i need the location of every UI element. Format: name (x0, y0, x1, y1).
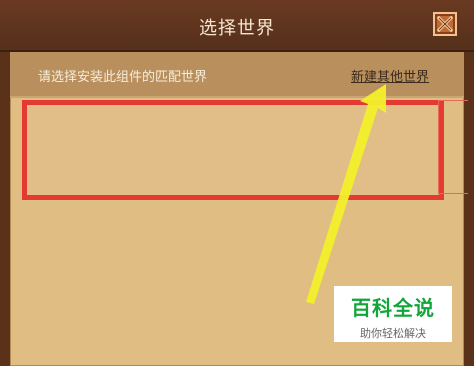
select-world-dialog: 选择世界 请选择安装此组件的匹配世界 新建其他世界 百科全说 助你轻松解决 (0, 0, 474, 366)
dialog-title: 选择世界 (199, 18, 275, 39)
world-list-item[interactable] (22, 100, 444, 200)
close-button[interactable] (433, 12, 457, 36)
watermark-logo: 百科全说 助你轻松解决 (334, 286, 452, 342)
panel-header: 请选择安装此组件的匹配世界 新建其他世界 (10, 52, 464, 98)
new-world-link[interactable]: 新建其他世界 (351, 66, 429, 85)
select-world-prompt: 请选择安装此组件的匹配世界 (38, 70, 208, 85)
title-bar: 选择世界 (0, 0, 474, 52)
watermark-title: 百科全说 (351, 296, 435, 320)
close-icon (437, 16, 453, 32)
watermark-subtitle: 助你轻松解决 (360, 327, 426, 340)
world-list-item-edge (438, 100, 468, 194)
